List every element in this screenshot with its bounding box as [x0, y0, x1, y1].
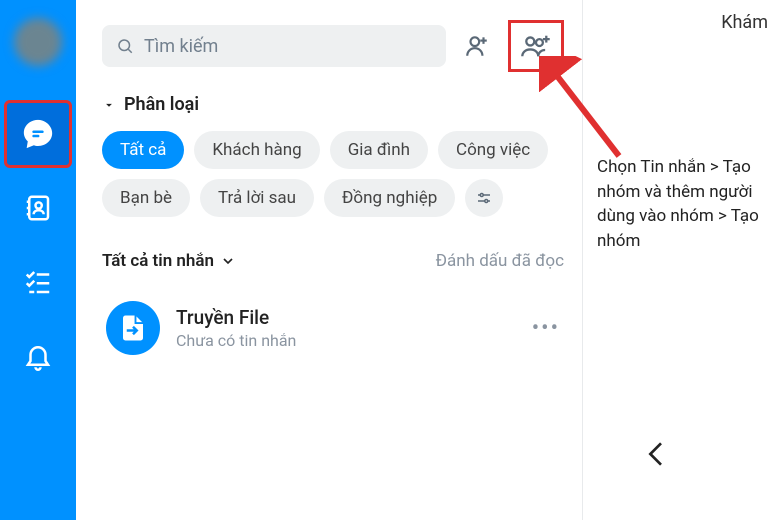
mark-all-read[interactable]: Đánh dấu đã đọc [436, 251, 564, 271]
search-placeholder: Tìm kiếm [144, 36, 218, 57]
kham-text: Khám [597, 12, 768, 33]
chip-customers[interactable]: Khách hàng [194, 131, 319, 169]
chip-family[interactable]: Gia đình [330, 131, 428, 169]
nav-sidebar [0, 0, 76, 520]
avatar[interactable] [14, 18, 62, 66]
chip-work[interactable]: Công việc [438, 131, 548, 169]
category-chips: Tất cả Khách hàng Gia đình Công việc Bạn… [102, 131, 564, 217]
top-bar: Tìm kiếm [102, 20, 564, 72]
filter-label: Tất cả tin nhắn [102, 251, 214, 271]
checklist-icon [23, 267, 53, 297]
create-group-highlight [508, 20, 564, 72]
instruction-text: Chọn Tin nhắn > Tạo nhóm và thêm người d… [597, 155, 768, 254]
add-friend-button[interactable] [460, 29, 494, 63]
conversation-item[interactable]: Truyền File Chưa có tin nhắn ••• [102, 289, 564, 367]
sidebar-item-notifications[interactable] [4, 322, 72, 390]
bell-icon [23, 341, 53, 371]
category-label: Phân loại [124, 94, 199, 115]
main-area: Tìm kiếm [76, 0, 780, 520]
chip-friends[interactable]: Bạn bè [102, 179, 190, 217]
chat-list-column: Tìm kiếm [76, 0, 582, 520]
conversation-avatar [106, 301, 160, 355]
chevron-down-icon [220, 253, 236, 269]
user-plus-icon [464, 33, 490, 59]
chevron-left-icon[interactable] [641, 434, 673, 474]
sidebar-item-todo[interactable] [4, 248, 72, 316]
search-input[interactable]: Tìm kiếm [102, 25, 446, 67]
chip-all[interactable]: Tất cả [102, 131, 184, 169]
chat-icon [21, 117, 55, 151]
conversation-title: Truyền File [176, 306, 516, 329]
instruction-panel: Khám Chọn Tin nhắn > Tạo nhóm và thêm ng… [582, 0, 780, 520]
sidebar-item-contacts[interactable] [4, 174, 72, 242]
conversation-more-button[interactable]: ••• [532, 316, 560, 341]
chip-reply-later[interactable]: Trả lời sau [200, 179, 314, 217]
conversation-body: Truyền File Chưa có tin nhắn [176, 306, 516, 350]
file-transfer-icon [118, 313, 148, 343]
filter-row: Tất cả tin nhắn Đánh dấu đã đọc [102, 251, 564, 271]
category-toggle[interactable]: Phân loại [102, 94, 564, 115]
conversation-subtitle: Chưa có tin nhắn [176, 331, 516, 350]
group-plus-icon [520, 32, 552, 60]
search-icon [116, 37, 134, 55]
address-book-icon [23, 193, 53, 223]
filter-all-messages[interactable]: Tất cả tin nhắn [102, 251, 236, 271]
chevron-down-icon [102, 98, 116, 112]
chip-settings-button[interactable] [465, 179, 503, 217]
chip-colleagues[interactable]: Đồng nghiệp [324, 179, 455, 217]
create-group-button[interactable] [519, 29, 553, 63]
sidebar-item-messages[interactable] [4, 100, 72, 168]
sliders-icon [475, 189, 493, 207]
